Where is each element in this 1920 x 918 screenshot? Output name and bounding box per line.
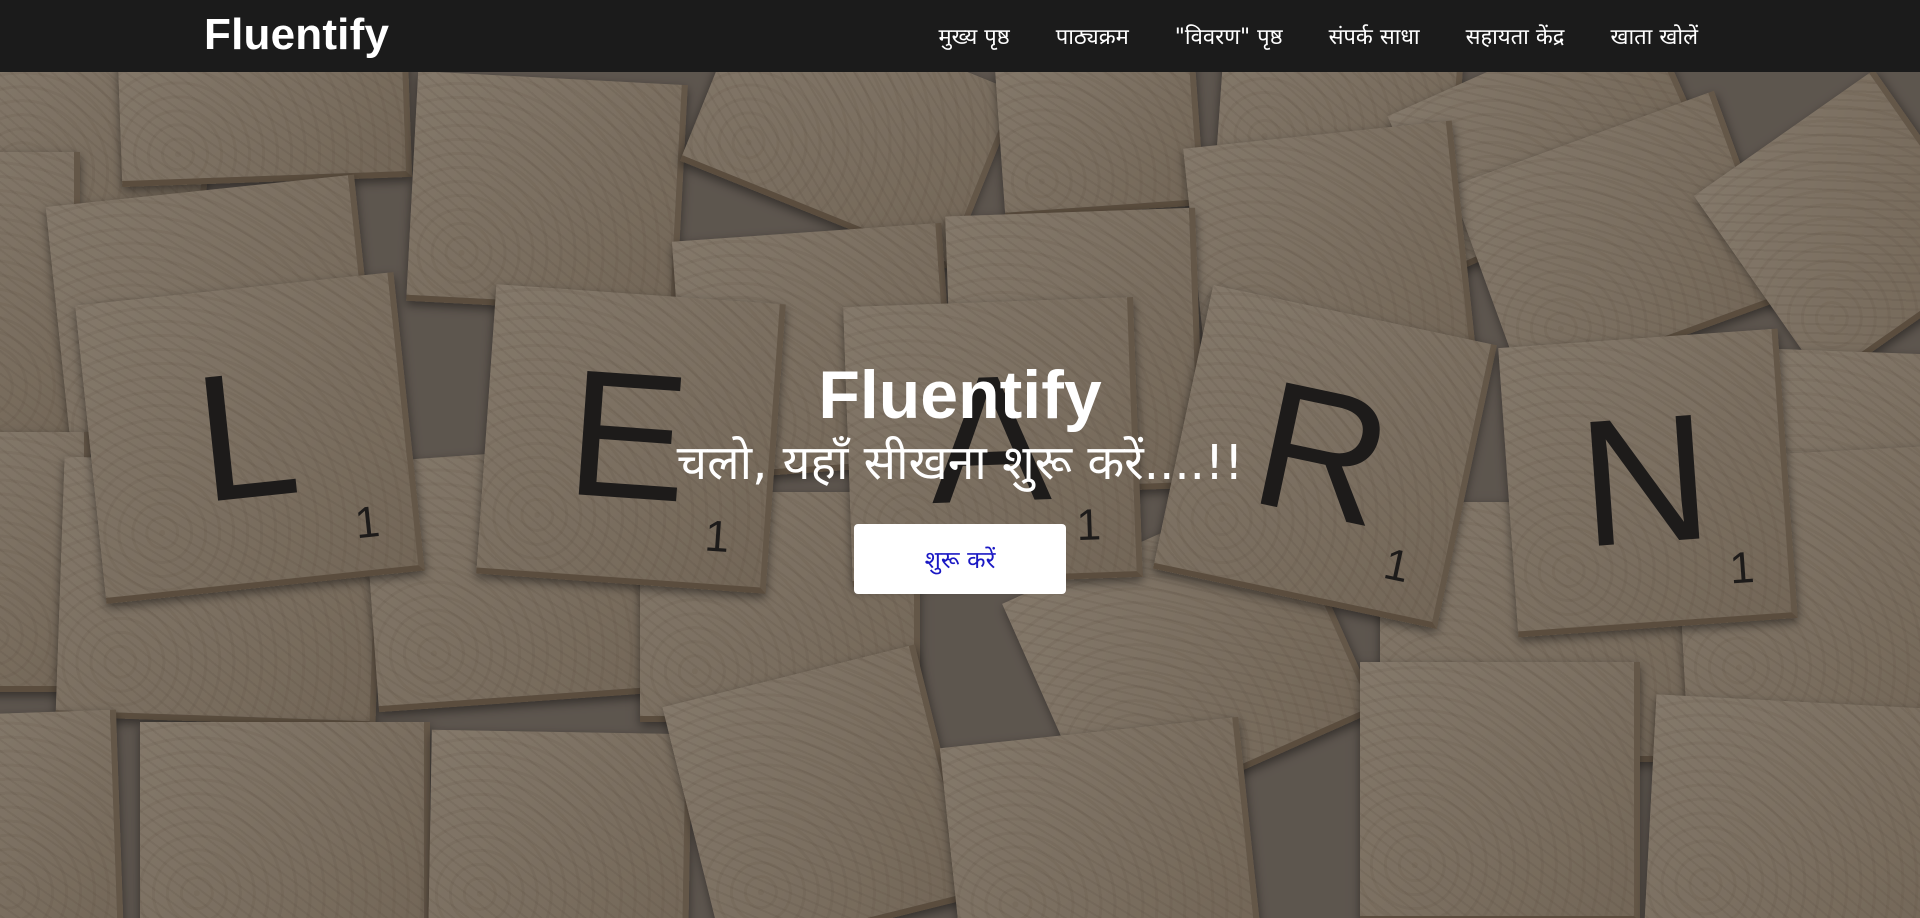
nav-item-details: "विवरण" पृष्ठ — [1175, 21, 1283, 51]
nav-item-signup: खाता खोलें — [1610, 21, 1698, 51]
hero-title: Fluentify — [818, 357, 1102, 433]
get-started-button[interactable]: शुरू करें — [854, 524, 1066, 594]
nav-item-help: सहायता केंद्र — [1466, 21, 1565, 51]
brand-logo-link[interactable]: Fluentify — [204, 10, 389, 60]
nav-link-contact[interactable]: संपर्क साधा — [1329, 25, 1420, 50]
top-navbar: Fluentify मुख्य पृष्ठ पाठ्यक्रम "विवरण" … — [0, 0, 1920, 72]
nav-link-help-center[interactable]: सहायता केंद्र — [1466, 25, 1565, 50]
nav-links: मुख्य पृष्ठ पाठ्यक्रम "विवरण" पृष्ठ संपर… — [938, 0, 1698, 72]
nav-item-home: मुख्य पृष्ठ — [938, 21, 1009, 51]
nav-item-contact: संपर्क साधा — [1329, 21, 1420, 51]
hero-subtitle: चलो, यहाँ सीखना शुरू करें....!! — [676, 435, 1244, 491]
nav-link-open-account[interactable]: खाता खोलें — [1610, 25, 1698, 50]
hero-section: L 1 E 1 A 1 R 1 N 1 Fluentify चलो, यहाँ … — [0, 72, 1920, 918]
nav-link-courses[interactable]: पाठ्यक्रम — [1056, 25, 1129, 50]
nav-link-home[interactable]: मुख्य पृष्ठ — [938, 25, 1009, 50]
nav-item-courses: पाठ्यक्रम — [1056, 21, 1129, 51]
nav-link-details[interactable]: "विवरण" पृष्ठ — [1175, 25, 1283, 50]
hero-content: Fluentify चलो, यहाँ सीखना शुरू करें....!… — [0, 72, 1920, 918]
